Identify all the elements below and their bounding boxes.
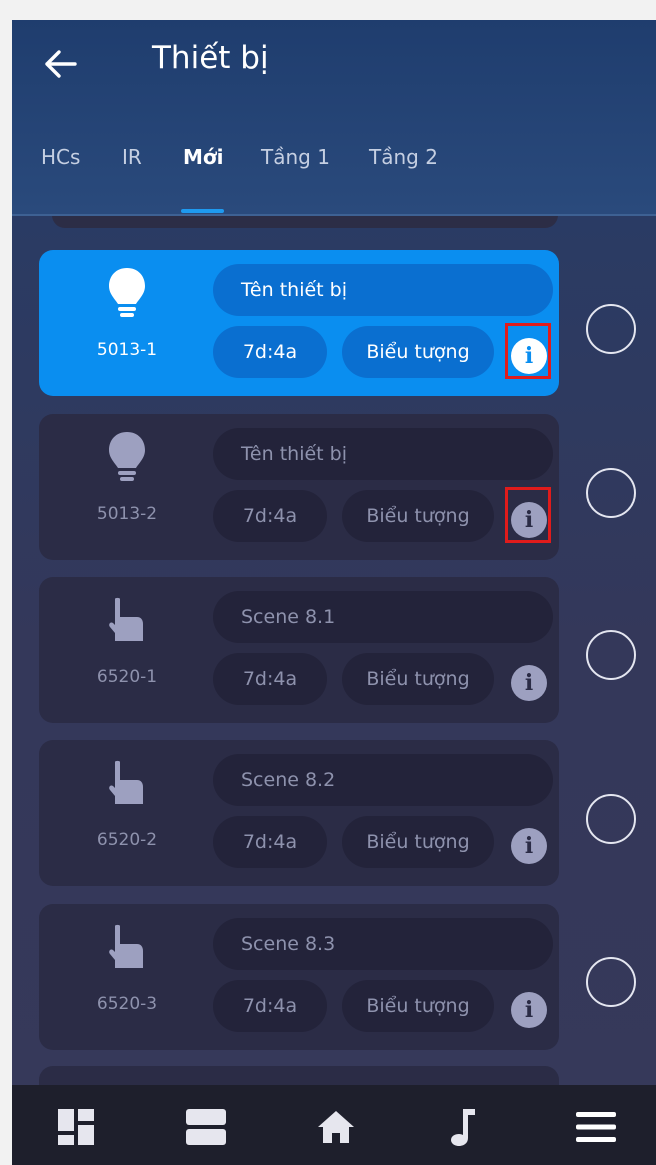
tab-moi[interactable]: Mới bbox=[183, 145, 224, 169]
info-button[interactable]: i bbox=[511, 665, 547, 701]
back-button[interactable] bbox=[36, 42, 84, 86]
device-name-field[interactable]: Scene 8.3 bbox=[213, 918, 553, 970]
list-item bbox=[39, 1066, 559, 1086]
device-id: 5013-1 bbox=[96, 340, 158, 360]
device-card-5013-2[interactable]: 5013-2 Tên thiết bị 7d:4a Biểu tượng i bbox=[39, 414, 559, 560]
device-icon-field[interactable]: Biểu tượng bbox=[342, 653, 494, 705]
info-icon: i bbox=[524, 343, 534, 369]
info-button[interactable]: i bbox=[511, 828, 547, 864]
hand-pointer-icon bbox=[103, 593, 151, 647]
device-mac-field[interactable]: 7d:4a bbox=[213, 326, 327, 378]
page-title: Thiết bị bbox=[152, 40, 269, 76]
device-card-6520-2[interactable]: 6520-2 Scene 8.2 7d:4a Biểu tượng i bbox=[39, 740, 559, 886]
device-name-field[interactable]: Tên thiết bị bbox=[213, 264, 553, 316]
device-icon-field[interactable]: Biểu tượng bbox=[342, 980, 494, 1032]
info-button[interactable]: i bbox=[511, 338, 547, 374]
music-note-icon bbox=[451, 1109, 475, 1146]
list-item bbox=[52, 216, 558, 228]
info-button[interactable]: i bbox=[511, 992, 547, 1028]
device-id: 5013-2 bbox=[96, 504, 158, 524]
info-icon: i bbox=[524, 507, 534, 533]
info-icon: i bbox=[524, 833, 534, 859]
device-icon-field[interactable]: Biểu tượng bbox=[342, 326, 494, 378]
select-radio-6520-1[interactable] bbox=[586, 630, 636, 680]
device-mac-field[interactable]: 7d:4a bbox=[213, 653, 327, 705]
device-name-field[interactable]: Tên thiết bị bbox=[213, 428, 553, 480]
active-tab-indicator bbox=[181, 209, 224, 213]
rooms-icon bbox=[186, 1109, 226, 1145]
device-name-field[interactable]: Scene 8.1 bbox=[213, 591, 553, 643]
nav-menu-button[interactable] bbox=[574, 1105, 618, 1149]
nav-music-button[interactable] bbox=[442, 1105, 486, 1149]
hand-pointer-icon bbox=[103, 756, 151, 810]
device-card-6520-3[interactable]: 6520-3 Scene 8.3 7d:4a Biểu tượng i bbox=[39, 904, 559, 1050]
tab-ir[interactable]: IR bbox=[122, 145, 142, 169]
info-icon: i bbox=[524, 670, 534, 696]
info-icon: i bbox=[524, 997, 534, 1023]
device-icon-field[interactable]: Biểu tượng bbox=[342, 490, 494, 542]
nav-rooms-button[interactable] bbox=[184, 1105, 228, 1149]
tab-bar: HCs IR Mới Tầng 1 Tầng 2 bbox=[12, 140, 656, 215]
tab-tang-1[interactable]: Tầng 1 bbox=[261, 145, 330, 169]
select-radio-5013-2[interactable] bbox=[586, 468, 636, 518]
device-mac-field[interactable]: 7d:4a bbox=[213, 490, 327, 542]
device-card-5013-1[interactable]: 5013-1 Tên thiết bị 7d:4a Biểu tượng i bbox=[39, 250, 559, 396]
menu-icon bbox=[576, 1112, 616, 1142]
device-id: 6520-1 bbox=[96, 667, 158, 687]
lightbulb-icon bbox=[103, 266, 151, 320]
bottom-navigation bbox=[12, 1085, 656, 1165]
nav-home-button[interactable] bbox=[314, 1105, 358, 1149]
app-screen: Thiết bị HCs IR Mới Tầng 1 Tầng 2 5013-1… bbox=[12, 20, 656, 1165]
info-button[interactable]: i bbox=[511, 502, 547, 538]
device-card-6520-1[interactable]: 6520-1 Scene 8.1 7d:4a Biểu tượng i bbox=[39, 577, 559, 723]
tab-tang-2[interactable]: Tầng 2 bbox=[369, 145, 438, 169]
lightbulb-icon bbox=[103, 430, 151, 484]
hand-pointer-icon bbox=[103, 920, 151, 974]
tab-hcs[interactable]: HCs bbox=[41, 145, 80, 169]
device-id: 6520-3 bbox=[96, 994, 158, 1014]
select-radio-6520-2[interactable] bbox=[586, 794, 636, 844]
dashboard-icon bbox=[58, 1109, 94, 1145]
device-mac-field[interactable]: 7d:4a bbox=[213, 980, 327, 1032]
device-id: 6520-2 bbox=[96, 830, 158, 850]
nav-dashboard-button[interactable] bbox=[54, 1105, 98, 1149]
device-icon-field[interactable]: Biểu tượng bbox=[342, 816, 494, 868]
select-radio-5013-1[interactable] bbox=[586, 304, 636, 354]
app-bar: Thiết bị HCs IR Mới Tầng 1 Tầng 2 bbox=[12, 20, 656, 216]
home-icon bbox=[318, 1111, 354, 1143]
device-list[interactable]: 5013-1 Tên thiết bị 7d:4a Biểu tượng i 5… bbox=[12, 216, 656, 1086]
select-radio-6520-3[interactable] bbox=[586, 957, 636, 1007]
device-mac-field[interactable]: 7d:4a bbox=[213, 816, 327, 868]
device-name-field[interactable]: Scene 8.2 bbox=[213, 754, 553, 806]
arrow-left-icon bbox=[45, 50, 77, 78]
